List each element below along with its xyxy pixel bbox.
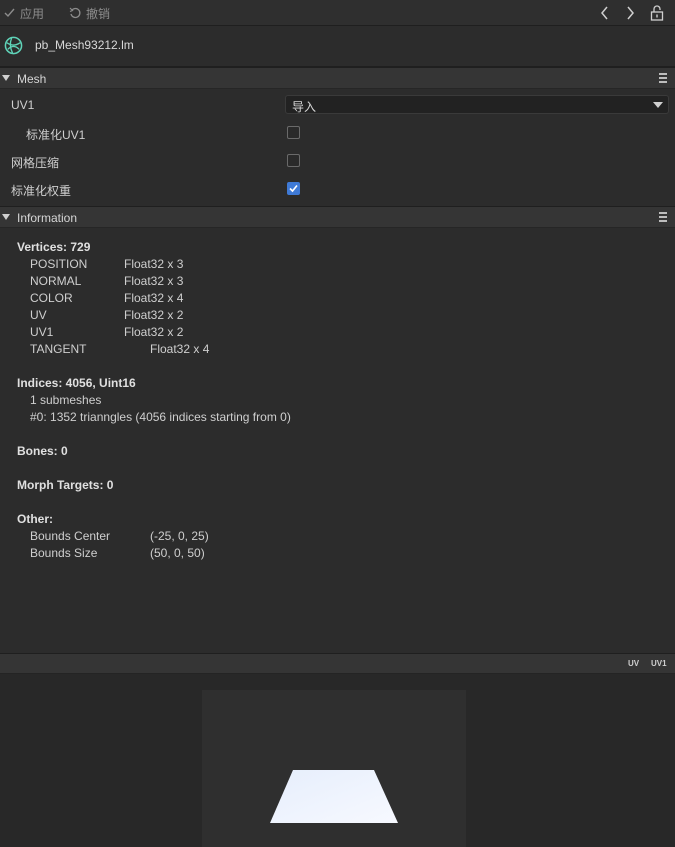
caret-down-icon <box>2 75 10 81</box>
mesh-preview[interactable] <box>0 674 675 847</box>
chevron-right-icon[interactable] <box>621 4 639 22</box>
caret-down-icon <box>2 214 10 220</box>
normalize-uv1-label: 标准化UV1 <box>26 128 86 142</box>
normalize-uv1-checkbox[interactable] <box>287 126 300 139</box>
bounds-size-value: (50, 0, 50) <box>150 546 205 560</box>
toolbar: 应用 撤销 <box>0 0 675 26</box>
bones-heading: Bones: 0 <box>17 444 68 458</box>
check-icon <box>4 8 15 18</box>
uv1-select-value: 导入 <box>292 100 317 114</box>
section-title-information: Information <box>17 211 78 225</box>
section-header-information[interactable]: Information <box>0 206 675 228</box>
section-header-mesh[interactable]: Mesh <box>0 67 675 89</box>
section-title-mesh: Mesh <box>17 72 47 86</box>
attr-format: Float32 x 4 <box>124 291 184 305</box>
bounds-center-label: Bounds Center <box>30 529 111 543</box>
vertices-heading: Vertices: 729 <box>17 240 91 254</box>
morph-targets-heading: Morph Targets: 0 <box>17 478 114 492</box>
uv1-toggle[interactable]: UV1 <box>651 659 667 668</box>
uv1-select[interactable]: 导入 <box>285 95 669 114</box>
mesh-globe-icon <box>4 36 23 55</box>
menu-icon[interactable] <box>659 212 667 222</box>
indices-heading: Indices: 4056, Uint16 <box>17 376 136 390</box>
dropdown-arrow-icon <box>653 102 663 108</box>
attr-name: COLOR <box>30 291 73 305</box>
attr-format: Float32 x 4 <box>150 342 210 356</box>
apply-button[interactable]: 应用 <box>4 0 44 26</box>
attr-format: Float32 x 3 <box>124 257 184 271</box>
attr-name: UV1 <box>30 325 54 339</box>
attr-format: Float32 x 3 <box>124 274 184 288</box>
attr-name: TANGENT <box>30 342 87 356</box>
mesh-preview-shape <box>270 770 398 823</box>
submesh-entry: #0: 1352 trianngles (4056 indices starti… <box>30 410 291 424</box>
revert-button[interactable]: 撤销 <box>69 0 110 26</box>
apply-label: 应用 <box>20 6 45 21</box>
mesh-compression-label: 网格压缩 <box>11 156 60 170</box>
asset-name: pb_Mesh93212.lm <box>35 38 134 52</box>
check-icon <box>289 184 298 193</box>
bounds-center-value: (-25, 0, 25) <box>150 529 209 543</box>
uv1-label: UV1 <box>11 98 35 112</box>
preview-viewport[interactable] <box>202 690 466 847</box>
uv-toggle[interactable]: UV <box>628 659 639 668</box>
unlock-icon[interactable] <box>648 4 666 22</box>
chevron-left-icon[interactable] <box>596 4 614 22</box>
attr-name: POSITION <box>30 257 88 271</box>
attr-name: UV <box>30 308 47 322</box>
bounds-size-label: Bounds Size <box>30 546 98 560</box>
undo-icon <box>69 7 81 19</box>
preview-toolbar: UV UV1 <box>0 653 675 674</box>
other-heading: Other: <box>17 512 53 526</box>
normalize-weights-checkbox[interactable] <box>287 182 300 195</box>
attr-format: Float32 x 2 <box>124 325 184 339</box>
attr-name: NORMAL <box>30 274 82 288</box>
attr-format: Float32 x 2 <box>124 308 184 322</box>
asset-header: pb_Mesh93212.lm <box>0 26 675 67</box>
menu-icon[interactable] <box>659 73 667 83</box>
normalize-weights-label: 标准化权重 <box>11 184 72 198</box>
revert-label: 撤销 <box>86 6 111 21</box>
submeshes-count: 1 submeshes <box>30 393 102 407</box>
mesh-compression-checkbox[interactable] <box>287 154 300 167</box>
